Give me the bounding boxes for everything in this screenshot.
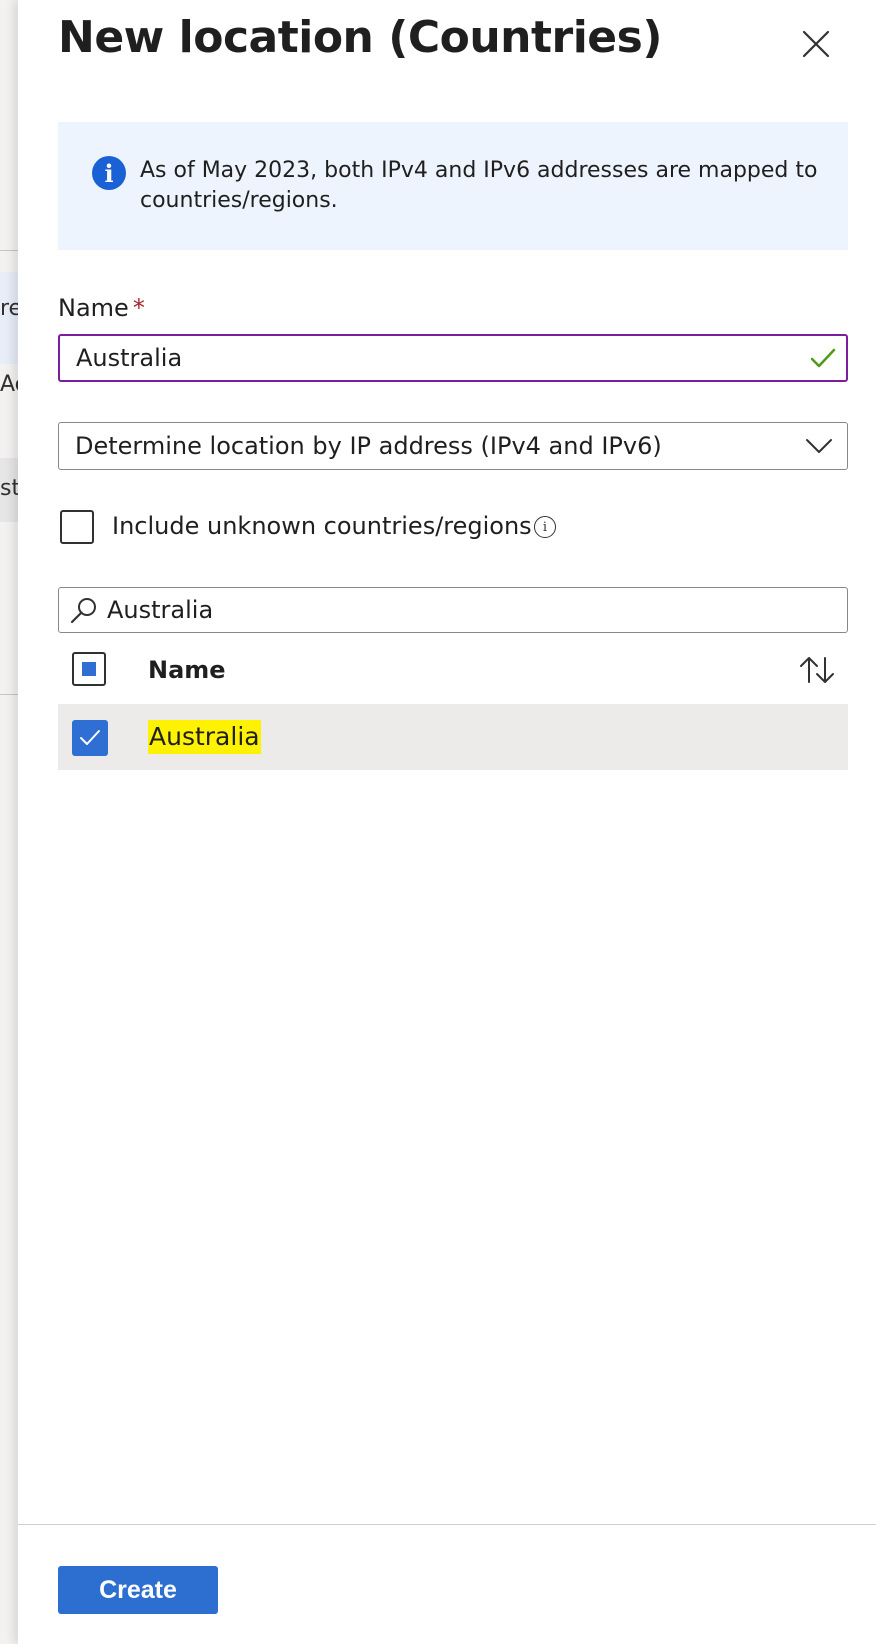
- include-unknown-checkbox[interactable]: [60, 510, 94, 544]
- name-input[interactable]: Australia: [58, 334, 848, 382]
- search-value: Australia: [107, 596, 214, 624]
- background-text-fragment: re: [0, 296, 18, 321]
- sort-button[interactable]: [798, 654, 838, 686]
- search-icon: [70, 598, 96, 624]
- sort-icon: [800, 657, 834, 683]
- background-page: re Ac st: [0, 0, 18, 1644]
- background-text-fragment: st: [0, 476, 18, 501]
- required-marker: *: [132, 294, 145, 322]
- checkmark-icon: [810, 348, 836, 368]
- select-all-checkbox[interactable]: [72, 652, 106, 686]
- name-label-text: Name: [58, 294, 129, 322]
- info-banner: i As of May 2023, both IPv4 and IPv6 add…: [58, 122, 848, 250]
- row-checkbox[interactable]: [72, 720, 108, 756]
- info-icon[interactable]: i: [534, 516, 556, 538]
- info-banner-text: As of May 2023, both IPv4 and IPv6 addre…: [140, 158, 818, 213]
- checkmark-icon: [80, 730, 100, 745]
- include-unknown-label: Include unknown countries/regions: [112, 512, 532, 540]
- name-input-value: Australia: [76, 344, 183, 372]
- background-divider: [0, 694, 18, 695]
- column-header-name[interactable]: Name: [148, 656, 226, 684]
- close-icon: [802, 30, 830, 58]
- new-location-panel: New location (Countries) i As of May 202…: [18, 0, 876, 1644]
- country-search-input[interactable]: Australia: [58, 587, 848, 633]
- location-method-dropdown[interactable]: Determine location by IP address (IPv4 a…: [58, 422, 848, 470]
- footer-divider: [18, 1524, 876, 1525]
- location-method-value: Determine location by IP address (IPv4 a…: [75, 432, 662, 460]
- background-divider: [0, 250, 18, 251]
- info-icon: i: [92, 156, 126, 190]
- create-button[interactable]: Create: [58, 1566, 218, 1614]
- country-list-header: Name: [58, 642, 848, 698]
- indeterminate-mark: [82, 662, 96, 676]
- chevron-down-icon: [806, 439, 832, 453]
- list-item[interactable]: Australia: [58, 704, 848, 770]
- close-button[interactable]: [796, 24, 836, 64]
- info-icon-glyph: i: [104, 158, 114, 188]
- background-text-fragment: Ac: [0, 372, 18, 397]
- page-title: New location (Countries): [58, 12, 662, 63]
- info-icon-glyph: i: [542, 519, 548, 535]
- name-label: Name *: [58, 294, 145, 322]
- country-name: Australia: [148, 720, 261, 754]
